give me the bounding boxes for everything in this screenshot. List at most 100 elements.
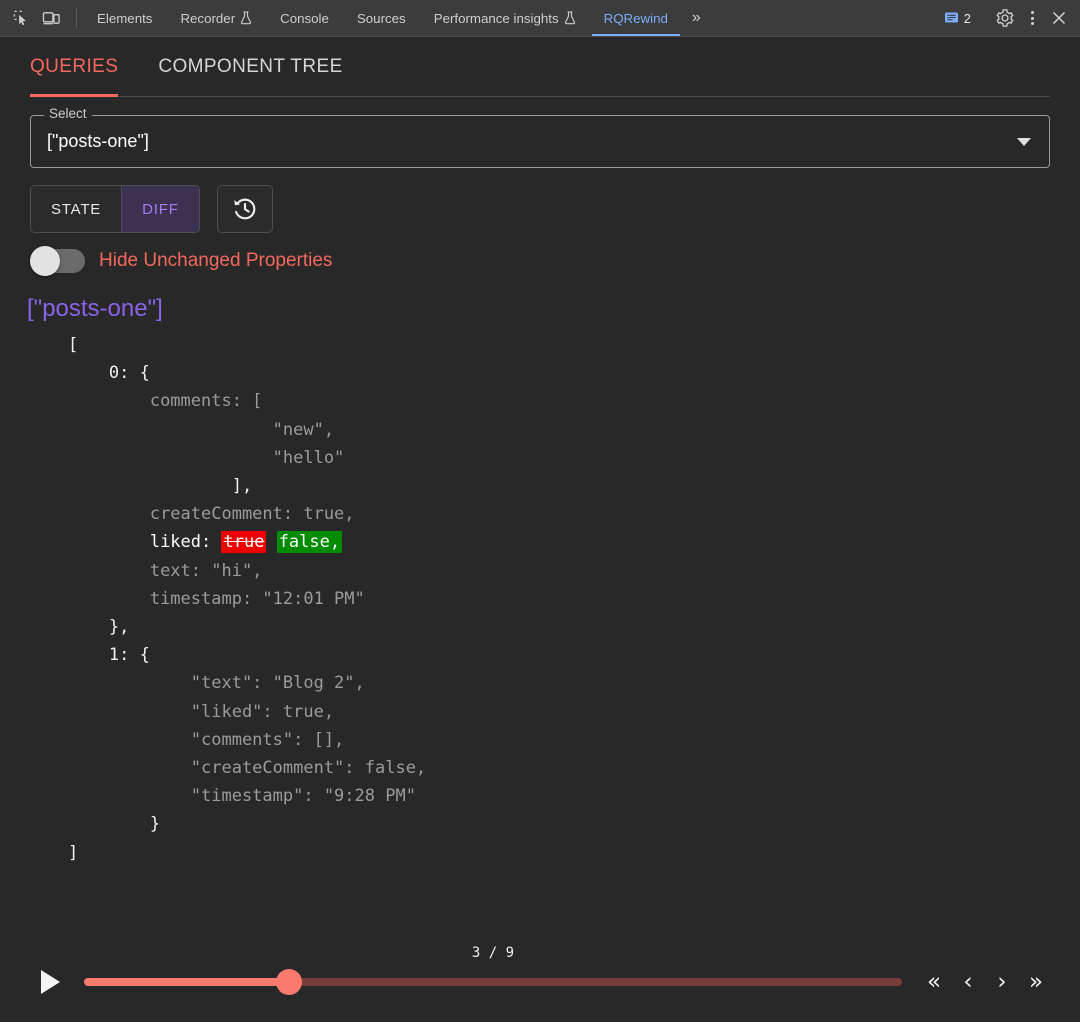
diff-added-value: false, (277, 531, 342, 553)
json-line: 1: { (27, 641, 1080, 669)
json-token: "comments": [], (191, 730, 345, 750)
json-line: comments: [ (27, 387, 1080, 415)
query-select-value: ["posts-one"] (47, 131, 149, 152)
json-line: "createComment": false, (27, 754, 1080, 782)
tab-label: Sources (357, 11, 406, 26)
chevron-left-icon: ‹ (963, 971, 972, 994)
view-mode-row: STATE DIFF (30, 185, 1050, 233)
json-indent (27, 702, 191, 722)
json-indent (27, 335, 68, 355)
json-indent (27, 448, 273, 468)
json-indent (27, 561, 150, 581)
json-line: createComment: true, (27, 500, 1080, 528)
json-line: "hello" (27, 444, 1080, 472)
hide-unchanged-toggle[interactable] (30, 249, 85, 273)
tab-elements[interactable]: Elements (83, 0, 166, 36)
tab-rqrewind[interactable]: RQRewind (590, 0, 682, 36)
json-token: ], (232, 476, 252, 496)
json-indent (27, 814, 150, 834)
json-line: "text": "Blog 2", (27, 669, 1080, 697)
json-token: } (150, 814, 160, 834)
history-button[interactable] (217, 185, 273, 233)
more-options-icon[interactable] (1020, 5, 1044, 31)
json-line: "liked": true, (27, 698, 1080, 726)
tab-console[interactable]: Console (266, 0, 343, 36)
tab-queries[interactable]: QUERIES (30, 37, 136, 97)
json-indent (27, 391, 150, 411)
json-indent (27, 786, 191, 806)
json-token: 1: { (109, 645, 150, 665)
json-token: "timestamp": "9:28 PM" (191, 786, 416, 806)
panel-tab-bar: QUERIES COMPONENT TREE (0, 37, 1080, 97)
json-indent (27, 363, 109, 383)
flask-icon (564, 11, 576, 25)
tab-label: Elements (97, 11, 152, 26)
query-select[interactable]: ["posts-one"] (30, 115, 1050, 168)
timeline-slider[interactable]: 3 / 9 (84, 959, 902, 1005)
history-icon (231, 195, 259, 223)
nav-buttons: « ‹ › » (920, 965, 1050, 999)
devtools-tab-bar: Elements Recorder Console Sources Perfor… (0, 0, 1080, 37)
panel-tab-label: COMPONENT TREE (158, 56, 342, 78)
json-indent (27, 476, 232, 496)
json-token: [ (68, 335, 78, 355)
nav-last-button[interactable]: » (1022, 965, 1050, 999)
json-token: }, (109, 617, 129, 637)
diff-button[interactable]: DIFF (121, 186, 199, 232)
messages-icon (944, 11, 959, 25)
nav-next-button[interactable]: › (988, 965, 1016, 999)
json-indent (27, 758, 191, 778)
viewer-title: ["posts-one"] (27, 295, 1080, 323)
json-token (266, 532, 276, 552)
messages-indicator[interactable]: 2 (936, 11, 979, 26)
json-indent (27, 843, 68, 863)
tab-label: RQRewind (604, 11, 668, 26)
nav-first-button[interactable]: « (920, 965, 948, 999)
state-button-label: STATE (51, 201, 101, 218)
message-count: 2 (964, 11, 971, 26)
json-line: "comments": [], (27, 726, 1080, 754)
flask-icon (240, 11, 252, 25)
chevron-down-icon[interactable] (1017, 138, 1031, 146)
query-select-wrapper: Select ["posts-one"] (30, 115, 1050, 168)
json-line: text: "hi", (27, 557, 1080, 585)
json-line: "timestamp": "9:28 PM" (27, 782, 1080, 810)
json-line: ], (27, 472, 1080, 500)
json-line: "new", (27, 416, 1080, 444)
play-icon (41, 970, 60, 994)
json-token: "liked": true, (191, 702, 334, 722)
inspect-element-icon[interactable] (8, 5, 34, 31)
json-indent (27, 673, 191, 693)
diff-button-label: DIFF (142, 201, 179, 218)
json-line: ] (27, 839, 1080, 867)
timeline-player: 3 / 9 « ‹ › » (0, 942, 1080, 1022)
diff-removed-value: true (221, 531, 266, 553)
more-tabs-icon[interactable]: » (682, 0, 711, 36)
json-line: } (27, 810, 1080, 838)
tab-recorder[interactable]: Recorder (166, 0, 266, 36)
chevron-double-right-icon: » (1029, 971, 1043, 994)
device-toolbar-icon[interactable] (38, 5, 64, 31)
play-button[interactable] (30, 964, 66, 1000)
gear-icon[interactable] (992, 5, 1018, 31)
hide-unchanged-row: Hide Unchanged Properties (30, 249, 1050, 273)
devtools-right-icons: 2 (936, 0, 1080, 36)
json-token: ] (68, 843, 78, 863)
tab-component-tree[interactable]: COMPONENT TREE (158, 37, 360, 97)
close-icon[interactable] (1046, 5, 1072, 31)
json-token: "hello" (273, 448, 345, 468)
tab-performance-insights[interactable]: Performance insights (420, 0, 590, 36)
slider-fill (84, 978, 289, 986)
view-mode-toggle-group: STATE DIFF (30, 185, 200, 233)
json-line: [ (27, 331, 1080, 359)
json-token: comments: [ (150, 391, 263, 411)
json-token: liked: (150, 532, 222, 552)
tab-label: Console (280, 11, 329, 26)
nav-prev-button[interactable]: ‹ (954, 965, 982, 999)
json-token: createComment: true, (150, 504, 355, 524)
state-button[interactable]: STATE (31, 186, 121, 232)
hide-unchanged-label: Hide Unchanged Properties (99, 250, 332, 272)
chevron-double-right-icon: » (692, 9, 701, 27)
tab-sources[interactable]: Sources (343, 0, 420, 36)
slider-thumb[interactable] (276, 969, 302, 995)
